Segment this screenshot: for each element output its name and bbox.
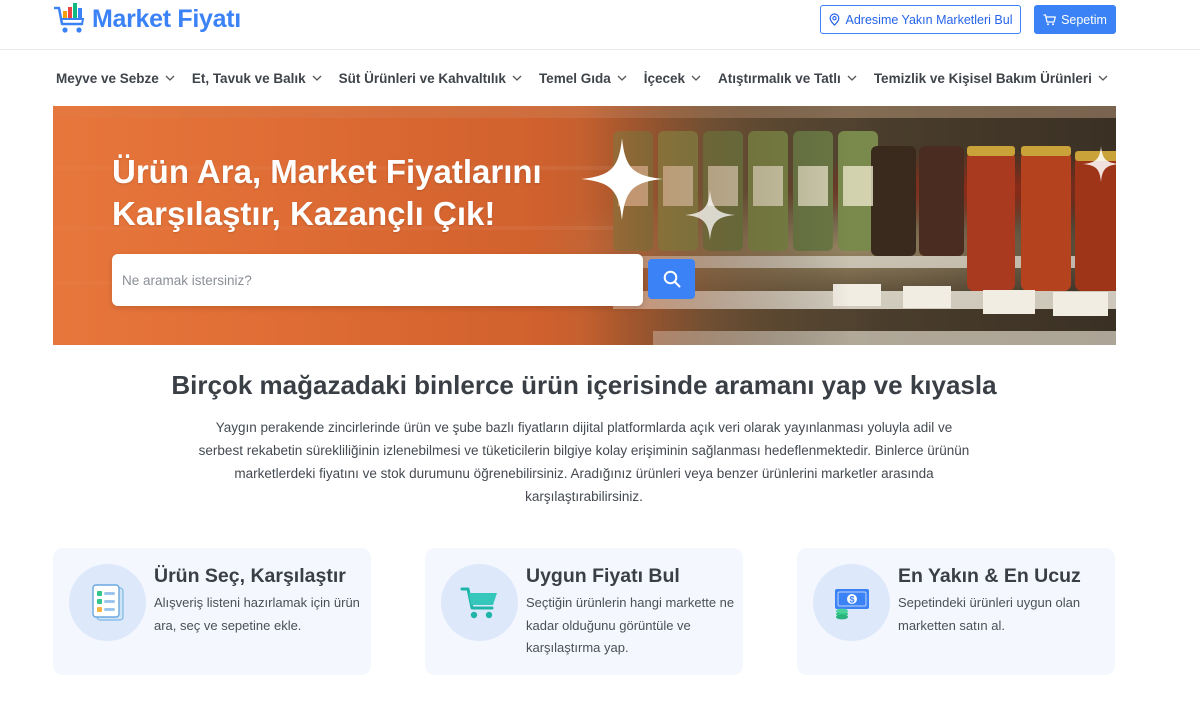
hero-title-line-2: Karşılaştır, Kazançlı Çık! — [112, 195, 496, 232]
feature-title: En Yakın & En Ucuz — [898, 565, 1081, 587]
intro-title: Birçok mağazadaki binlerce ürün içerisin… — [171, 370, 997, 400]
logo-text: Market Fiyatı — [92, 5, 241, 33]
feature-icon-circle: $ — [813, 564, 890, 641]
site-logo[interactable]: Market Fiyatı — [54, 2, 241, 36]
search-input[interactable] — [122, 264, 582, 296]
chevron-down-icon — [165, 75, 175, 81]
svg-text:$: $ — [849, 594, 854, 604]
feature-title: Uygun Fiyatı Bul — [526, 565, 680, 587]
chevron-down-icon — [691, 75, 701, 81]
money-icon: $ — [834, 588, 869, 619]
feature-icon-circle — [69, 564, 146, 641]
find-nearby-markets-button[interactable]: Adresime Yakın Marketleri Bul — [820, 5, 1021, 34]
find-nearby-markets-label: Adresime Yakın Marketleri Bul — [845, 12, 1013, 27]
search-bar — [112, 254, 695, 306]
hero-title: Ürün Ara, Market Fiyatlarını Karşılaştır… — [112, 151, 612, 235]
nav-item-label: İçecek — [643, 70, 686, 86]
chevron-down-icon — [1098, 75, 1108, 81]
feature-description: Sepetindeki ürünleri uygun olan markette… — [898, 595, 1081, 633]
feature-title: Ürün Seç, Karşılaştır — [154, 565, 346, 587]
chevron-down-icon — [312, 75, 322, 81]
nav-item-icecek[interactable]: İçecek — [644, 71, 718, 86]
nav-item-atistirmalik[interactable]: Atıştırmalık ve Tatlı — [718, 71, 874, 86]
feature-card-nearest-cheapest: $ En Yakın & En Ucuz Sepetindeki ürünler… — [797, 548, 1115, 675]
sparkle-icon — [685, 190, 735, 240]
shopping-cart-icon — [460, 587, 497, 618]
nav-item-label: Temizlik ve Kişisel Bakım Ürünleri — [873, 70, 1092, 86]
chevron-down-icon — [512, 75, 522, 81]
chevron-down-icon — [847, 75, 857, 81]
hero-banner: Ürün Ara, Market Fiyatlarını Karşılaştır… — [53, 106, 1116, 345]
nav-item-et-tavuk-balik[interactable]: Et, Tavuk ve Balık — [192, 71, 339, 86]
nav-item-temizlik[interactable]: Temizlik ve Kişisel Bakım Ürünleri — [874, 71, 1125, 86]
feature-description: Alışveriş listeni hazırlamak için ürün a… — [154, 595, 360, 633]
feature-card-best-price: Uygun Fiyatı Bul Seçtiğin ürünlerin hang… — [425, 548, 743, 675]
cart-button[interactable]: Sepetim — [1034, 5, 1116, 34]
search-icon — [663, 270, 680, 288]
nav-item-label: Et, Tavuk ve Balık — [191, 70, 306, 86]
nav-item-label: Atıştırmalık ve Tatlı — [718, 70, 841, 86]
nav-item-label: Meyve ve Sebze — [56, 70, 159, 86]
search-button[interactable] — [648, 259, 695, 299]
cart-button-label: Sepetim — [1061, 12, 1107, 27]
nav-item-label: Temel Gıda — [538, 70, 611, 86]
nav-item-sut-urunleri[interactable]: Süt Ürünleri ve Kahvaltılık — [339, 71, 539, 86]
checklist-icon — [91, 583, 124, 621]
hero-title-line-1: Ürün Ara, Market Fiyatlarını — [112, 153, 542, 190]
cart-icon — [1043, 13, 1056, 25]
category-nav: Meyve ve Sebze Et, Tavuk ve Balık Süt Ür… — [56, 66, 1125, 90]
nav-item-temel-gida[interactable]: Temel Gıda — [539, 71, 644, 86]
cart-chart-logo-icon — [54, 3, 85, 33]
site-header: Market Fiyatı Adresime Yakın Marketleri … — [0, 0, 1200, 50]
feature-description: Seçtiğin ürünlerin hangi markette ne kad… — [526, 595, 735, 655]
nav-item-meyve-sebze[interactable]: Meyve ve Sebze — [56, 71, 192, 86]
chevron-down-icon — [617, 75, 627, 81]
nav-item-label: Süt Ürünleri ve Kahvaltılık — [338, 70, 506, 86]
sparkle-icon — [1083, 146, 1116, 182]
intro-description: Yaygın perakende zincirlerinde ürün ve ş… — [198, 420, 970, 504]
feature-icon-circle — [441, 564, 518, 641]
feature-card-compare: Ürün Seç, Karşılaştır Alışveriş listeni … — [53, 548, 371, 675]
location-pin-icon — [829, 13, 839, 26]
